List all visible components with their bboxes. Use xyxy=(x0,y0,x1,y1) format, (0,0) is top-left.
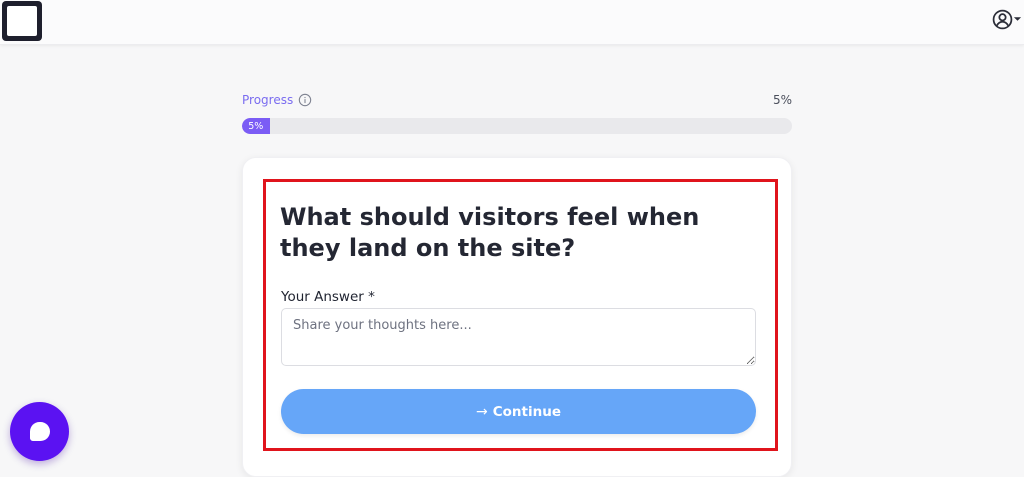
info-circle-icon[interactable] xyxy=(298,93,312,107)
progress-label-group: Progress xyxy=(242,93,312,107)
continue-button[interactable]: → Continue xyxy=(281,389,756,434)
arrow-right-icon: → xyxy=(476,403,488,420)
progress-percent: 5% xyxy=(772,93,792,107)
progress-bar-label: 5% xyxy=(248,120,264,132)
question-title: What should visitors feel when they land… xyxy=(280,203,700,262)
top-bar xyxy=(0,0,1024,45)
continue-label: Continue xyxy=(492,403,561,420)
question-card: What should visitors feel when they land… xyxy=(242,157,792,477)
answer-input[interactable] xyxy=(281,308,756,366)
chat-bubble-icon xyxy=(29,422,50,441)
answer-label: Your Answer * xyxy=(281,289,375,305)
chat-launcher-button[interactable] xyxy=(10,402,69,461)
progress-section: Progress 5% 5% xyxy=(242,92,792,134)
progress-bar-fill: 5% xyxy=(242,118,270,134)
progress-bar: 5% xyxy=(242,118,792,134)
progress-header: Progress 5% xyxy=(242,92,792,108)
user-circle-icon xyxy=(992,9,1013,29)
progress-label: Progress xyxy=(242,93,294,107)
logo-inner xyxy=(7,6,37,36)
caret-down-icon xyxy=(1013,17,1022,21)
user-menu-button[interactable] xyxy=(992,8,1024,30)
square-logo-icon[interactable] xyxy=(2,1,42,41)
